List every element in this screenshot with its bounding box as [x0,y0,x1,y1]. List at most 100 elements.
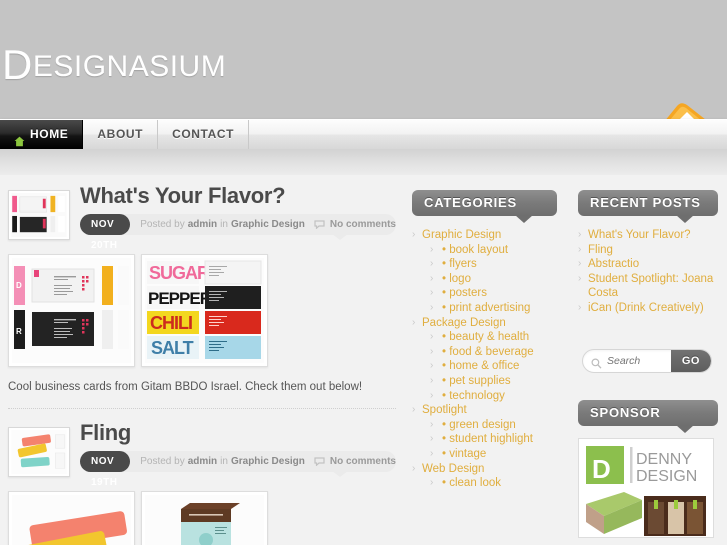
category-label[interactable]: clean look [449,477,501,489]
nav-item-home[interactable]: HOME [0,120,84,155]
category-item[interactable]: › • green design [412,418,557,433]
business-cards-thumb-image [11,193,67,237]
site-logo-initial: D [2,41,33,88]
bullet-icon: • [442,360,447,373]
recent-post-label[interactable]: Abstractio [588,258,639,270]
main-nav: HOME ABOUT CONTACT [0,120,727,155]
gallery-image-chocolate-box-package[interactable] [141,491,268,545]
category-label[interactable]: posters [449,287,487,299]
chevron-right-icon: › [430,272,434,284]
chevron-right-icon: › [430,447,434,459]
post-date-badge[interactable]: NOV 20TH [80,214,131,251]
chevron-right-icon: › [412,316,416,328]
bullet-icon: • [442,477,447,490]
category-label[interactable]: pet supplies [449,375,510,387]
post-thumbnail[interactable] [8,190,70,240]
category-label[interactable]: flyers [449,258,476,270]
category-label[interactable]: student highlight [449,433,533,445]
category-item[interactable]: › • posters [412,286,557,301]
post-author[interactable]: admin [188,219,217,230]
denny-design-ad-image: D DENNY DESIGN [582,442,712,536]
post-title[interactable]: What's Your Flavor? [80,182,396,208]
site-logo-rest: ESIGNASIUM [32,50,227,83]
category-label[interactable]: technology [449,390,505,402]
post-comments-link[interactable]: No comments [330,219,396,230]
recent-post-item[interactable]: › Student Spotlight: Joana Costa [578,272,718,301]
gallery-image-candy-bar-wrappers[interactable] [8,491,135,545]
recent-post-label[interactable]: iCan (Drink Creatively) [588,302,704,314]
chevron-right-icon: › [578,258,582,269]
recent-posts-widget: RECENT POSTS › What's Your Flavor? › Fling… [578,190,718,315]
category-item[interactable]: › • flyers [412,257,557,272]
category-item[interactable]: › • clean look [412,476,557,491]
recent-post-item[interactable]: › Fling [578,243,718,258]
nav-item-about[interactable]: ABOUT [83,120,159,149]
sponsor-ad[interactable]: D DENNY DESIGN [578,438,714,538]
category-label[interactable]: logo [449,273,471,285]
bullet-icon: • [442,345,447,358]
category-item[interactable]: › • pet supplies [412,374,557,389]
category-label[interactable]: home & office [449,360,519,372]
category-label[interactable]: food & beverage [449,346,533,358]
categories-list: › Graphic Design › • book layout › • flyers… [412,228,557,491]
category-item[interactable]: › • technology [412,389,557,404]
category-label[interactable]: Package Design [422,317,506,329]
post-author[interactable]: admin [188,456,217,467]
post-item: What's Your Flavor? NOV 20TH Posted by a… [8,182,396,410]
category-label[interactable]: beauty & health [449,331,529,343]
chevron-right-icon: › [430,360,434,372]
recent-post-item[interactable]: › iCan (Drink Creatively) [578,301,718,316]
categories-widget: CATEGORIES › Graphic Design › • book layou… [412,190,557,491]
recent-post-label[interactable]: What's Your Flavor? [588,229,691,241]
recent-posts-widget-body: › What's Your Flavor? › Fling › Abstractio … [578,216,718,315]
business-cards-white-black-image: D R [12,258,131,363]
site-logo[interactable]: DESIGNASIUM [2,44,226,86]
category-item[interactable]: › • book layout [412,243,557,258]
category-item[interactable]: › Spotlight [412,403,557,418]
post-date-badge[interactable]: NOV 19TH [80,451,131,488]
category-label[interactable]: book layout [449,244,508,256]
category-item[interactable]: › • beauty & health [412,330,557,345]
category-item[interactable]: › Graphic Design [412,228,557,243]
recent-post-label[interactable]: Student Spotlight: Joana Costa [588,273,713,300]
post-category[interactable]: Graphic Design [231,219,305,230]
post-category[interactable]: Graphic Design [231,456,305,467]
chevron-right-icon: › [430,258,434,270]
category-item[interactable]: › Package Design [412,316,557,331]
category-label[interactable]: print advertising [449,302,530,314]
category-item[interactable]: › • vintage [412,447,557,462]
post-thumbnail[interactable] [8,427,70,478]
sponsor-widget-title: SPONSOR [578,400,718,433]
content-top-band [0,149,727,175]
category-label[interactable]: Web Design [422,463,484,475]
post-item: Fling NOV 19TH Posted by admin in Graphi… [8,419,396,545]
post-meta-text: Posted by admin in Graphic Design No com… [140,456,396,467]
category-item[interactable]: › Web Design [412,462,557,477]
chevron-right-icon: › [430,374,434,386]
main-nav-bar: HOME ABOUT CONTACT [0,119,727,155]
recent-post-item[interactable]: › Abstractio [578,257,718,272]
category-item[interactable]: › • student highlight [412,432,557,447]
recent-post-item[interactable]: › What's Your Flavor? [578,228,718,243]
category-item[interactable]: › • print advertising [412,301,557,316]
category-item[interactable]: › • logo [412,272,557,287]
gallery-image-business-cards-white-black[interactable]: D R [8,254,135,367]
category-label[interactable]: green design [449,419,516,431]
svg-text:DESIGN: DESIGN [636,468,697,485]
category-label[interactable]: vintage [449,448,486,460]
chevron-right-icon: › [430,345,434,357]
recent-post-label[interactable]: Fling [588,244,613,256]
search-go-button[interactable]: GO [670,350,711,372]
search-input[interactable] [602,350,664,372]
category-item[interactable]: › • home & office [412,359,557,374]
post-title[interactable]: Fling [80,419,396,445]
post-comments-link[interactable]: No comments [330,456,396,467]
nav-item-contact[interactable]: CONTACT [158,120,250,149]
post-list: What's Your Flavor? NOV 20TH Posted by a… [8,182,396,545]
post-divider [8,408,396,410]
category-label[interactable]: Spotlight [422,404,467,416]
category-label[interactable]: Graphic Design [422,229,501,241]
gallery-image-sugar-pepper-chili-salt[interactable]: SUGAR PEPPER CHILI SALT [141,254,268,367]
search-box[interactable]: GO [582,349,712,373]
category-item[interactable]: › • food & beverage [412,345,557,360]
